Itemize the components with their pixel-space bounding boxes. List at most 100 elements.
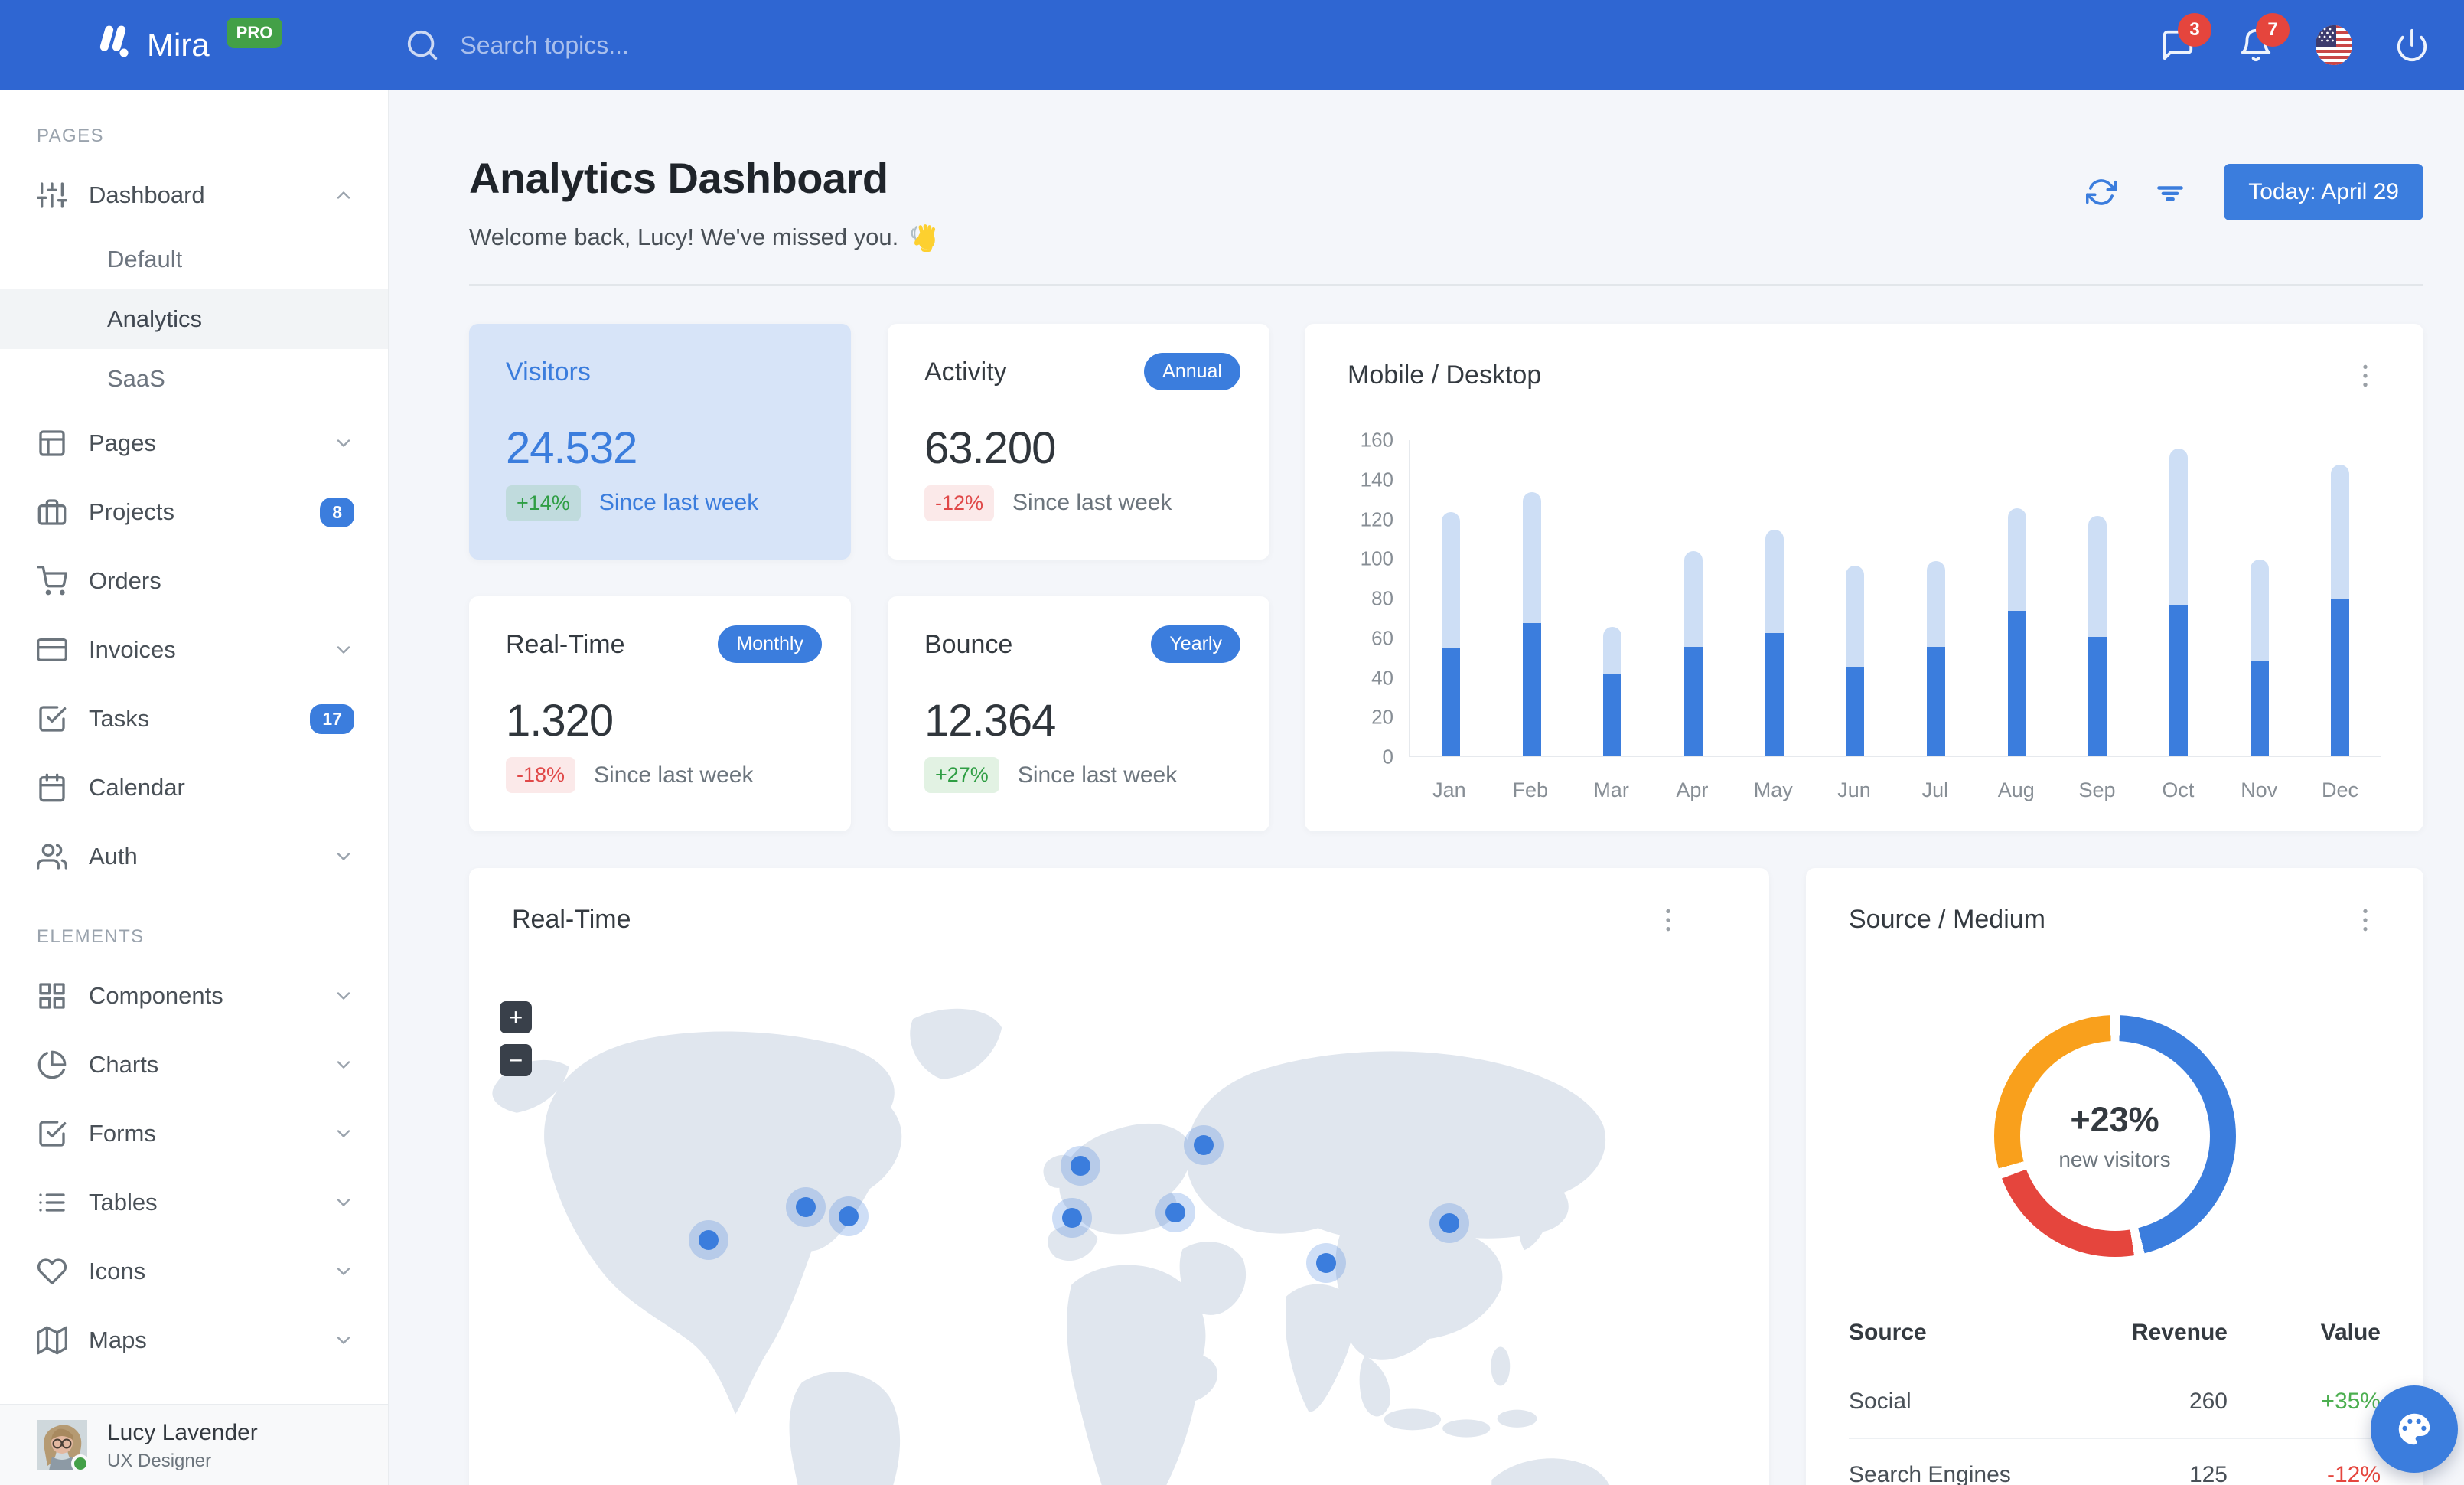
sidebar-subitem-saas[interactable]: SaaS [0, 349, 388, 409]
revenue-cell: 125 [2189, 1462, 2228, 1485]
sidebar-item-tasks[interactable]: Tasks 17 [0, 684, 388, 753]
map-marker[interactable] [796, 1197, 816, 1218]
sidebar-item-orders[interactable]: Orders [0, 547, 388, 615]
sidebar-subitem-analytics[interactable]: Analytics [0, 289, 388, 349]
bar-sep[interactable] [2057, 440, 2138, 756]
chevron-down-icon [337, 853, 350, 860]
sidebar-item-dashboard[interactable]: Dashboard [0, 161, 388, 230]
stat-period-pill[interactable]: Annual [1144, 353, 1240, 390]
chevron-down-icon [333, 1123, 354, 1144]
chart-menu-button[interactable] [2350, 361, 2381, 391]
map-zoom-in-button[interactable]: + [500, 1001, 532, 1033]
date-range-button[interactable]: Today: April 29 [2224, 164, 2423, 220]
y-tick-label: 60 [1371, 626, 1393, 650]
user-name: Lucy Lavender [107, 1420, 258, 1446]
map-title: Real-Time [512, 905, 631, 934]
x-tick-label: Mar [1593, 778, 1629, 801]
refresh-button[interactable] [2086, 177, 2117, 207]
donut-center-value: +23% [2070, 1100, 2159, 1139]
sidebar-item-invoices[interactable]: Invoices [0, 615, 388, 684]
bar-jun[interactable] [1814, 440, 1895, 756]
bar-nov[interactable] [2219, 440, 2300, 756]
map-marker[interactable] [839, 1206, 859, 1226]
chevron-down-icon [333, 846, 354, 867]
stat-caption: Since last week [1012, 490, 1172, 515]
map-marker[interactable] [1439, 1212, 1460, 1233]
map-marker[interactable] [1070, 1155, 1090, 1176]
stat-caption: Since last week [598, 490, 759, 515]
stat-delta-badge: -18% [506, 757, 576, 793]
bar-aug[interactable] [1977, 440, 2058, 756]
search-input[interactable] [460, 31, 813, 60]
bar-feb[interactable] [1491, 440, 1573, 756]
messages-button[interactable]: 3 [2159, 13, 2211, 64]
sidebar-section-elements: ELEMENTS [37, 926, 145, 947]
top-navbar: Mira PRO 3 7 [0, 0, 2464, 90]
chevron-down-icon [333, 432, 354, 454]
sidebar-user-footer[interactable]: Lucy Lavender UX Designer [0, 1404, 388, 1485]
sidebar-badge: 8 [320, 497, 354, 527]
sidebar-item-calendar[interactable]: Calendar [0, 753, 388, 822]
layout-icon [39, 430, 65, 456]
check-square-icon [39, 1121, 67, 1147]
source-table-row-search-engines: Search Engines 125 -12% [1849, 1438, 2381, 1485]
map-marker[interactable] [698, 1229, 719, 1250]
sidebar-item-tables[interactable]: Tables [0, 1168, 388, 1237]
bar-jan[interactable] [1410, 440, 1491, 756]
check-square-icon [37, 703, 67, 734]
sidebar-item-components[interactable]: Components [0, 961, 388, 1030]
waving-hand-icon [911, 224, 936, 252]
theme-settings-button[interactable] [2371, 1385, 2458, 1473]
sidebar-subitem-default[interactable]: Default [0, 230, 388, 289]
sidebar-item-projects[interactable]: Projects 8 [0, 478, 388, 547]
main-content: Analytics Dashboard Welcome back, Lucy! … [389, 90, 2464, 1485]
chevron-down-icon [337, 1199, 350, 1206]
source-table-header: Source Revenue Value [1849, 1320, 2381, 1345]
stat-period-pill[interactable]: Monthly [718, 625, 822, 663]
online-status-dot [71, 1454, 90, 1473]
messages-badge: 3 [2178, 13, 2211, 47]
bar-oct[interactable] [2138, 440, 2219, 756]
calendar-icon [39, 773, 65, 802]
language-button[interactable] [2316, 25, 2352, 65]
filter-button[interactable] [2153, 175, 2187, 209]
sidebar-item-icons[interactable]: Icons [0, 1237, 388, 1306]
mobile-desktop-chart-card: Mobile / Desktop 0 20 40 60 80 100 120 140 160 J… [1305, 324, 2423, 831]
source-cell: Social [1849, 1389, 1912, 1414]
stat-period-pill[interactable]: Yearly [1151, 625, 1240, 663]
sidebar-item-pages[interactable]: Pages [0, 409, 388, 478]
notifications-button[interactable]: 7 [2237, 13, 2290, 64]
brand-logo[interactable]: Mira PRO [90, 18, 283, 70]
mira-logo-icon [99, 25, 129, 57]
sidebar-item-charts[interactable]: Charts [0, 1030, 388, 1099]
stat-delta-badge: -12% [924, 485, 995, 521]
bar-may[interactable] [1734, 440, 1815, 756]
sidebar: PAGES Dashboard Default Analytics SaaS Pages P… [0, 90, 389, 1485]
check-square-icon [39, 706, 67, 732]
stat-title: Visitors [506, 357, 591, 387]
signout-button[interactable] [2394, 27, 2430, 64]
y-tick-label: 160 [1360, 428, 1393, 452]
bar-apr[interactable] [1653, 440, 1734, 756]
sidebar-item-maps[interactable]: Maps [0, 1306, 388, 1375]
map-menu-button[interactable] [1653, 905, 1683, 935]
check-square-icon [37, 1118, 67, 1149]
bar-mar[interactable] [1572, 440, 1653, 756]
map-marker[interactable] [1165, 1203, 1185, 1223]
sidebar-item-auth[interactable]: Auth [0, 822, 388, 891]
stat-card-activity: Activity Annual 63.200 -12% Since last week [888, 324, 1269, 560]
map-marker[interactable] [1062, 1208, 1083, 1229]
source-menu-button[interactable] [2350, 905, 2381, 935]
filter-icon [2157, 186, 2184, 201]
sidebar-item-forms[interactable]: Forms [0, 1099, 388, 1168]
y-tick-label: 100 [1360, 547, 1393, 570]
bar-jul[interactable] [1895, 440, 1977, 756]
map-zoom-out-button[interactable]: − [500, 1044, 532, 1076]
map-icon [37, 1325, 67, 1356]
map-marker[interactable] [1315, 1253, 1336, 1274]
chevron-down-icon [337, 1268, 350, 1275]
map-marker[interactable] [1193, 1135, 1214, 1156]
world-map[interactable]: + − [469, 957, 1769, 1485]
value-cell: -12% [2326, 1462, 2381, 1485]
bar-dec[interactable] [2299, 440, 2381, 756]
